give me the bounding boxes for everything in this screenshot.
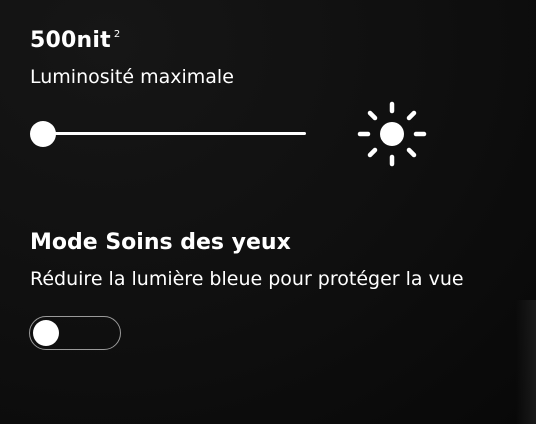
brightness-slider-thumb[interactable] [30,121,56,147]
sun-icon [357,101,427,167]
settings-panel: 500nit 2 Luminosité maximale Mode Soins d… [0,0,536,424]
brightness-value-text: 500nit [30,28,111,53]
eye-care-toggle-knob[interactable] [33,320,59,346]
eye-care-toggle[interactable] [29,316,121,350]
eye-care-description: Réduire la lumière bleue pour protéger l… [30,268,464,290]
brightness-footnote: 2 [113,28,121,40]
brightness-slider-track[interactable] [42,132,306,135]
brightness-value: 500nit 2 [30,28,120,53]
brightness-label: Luminosité maximale [30,66,234,88]
brightness-slider[interactable] [28,120,310,150]
eye-care-title: Mode Soins des yeux [30,230,291,255]
edge-shadow [516,300,536,424]
